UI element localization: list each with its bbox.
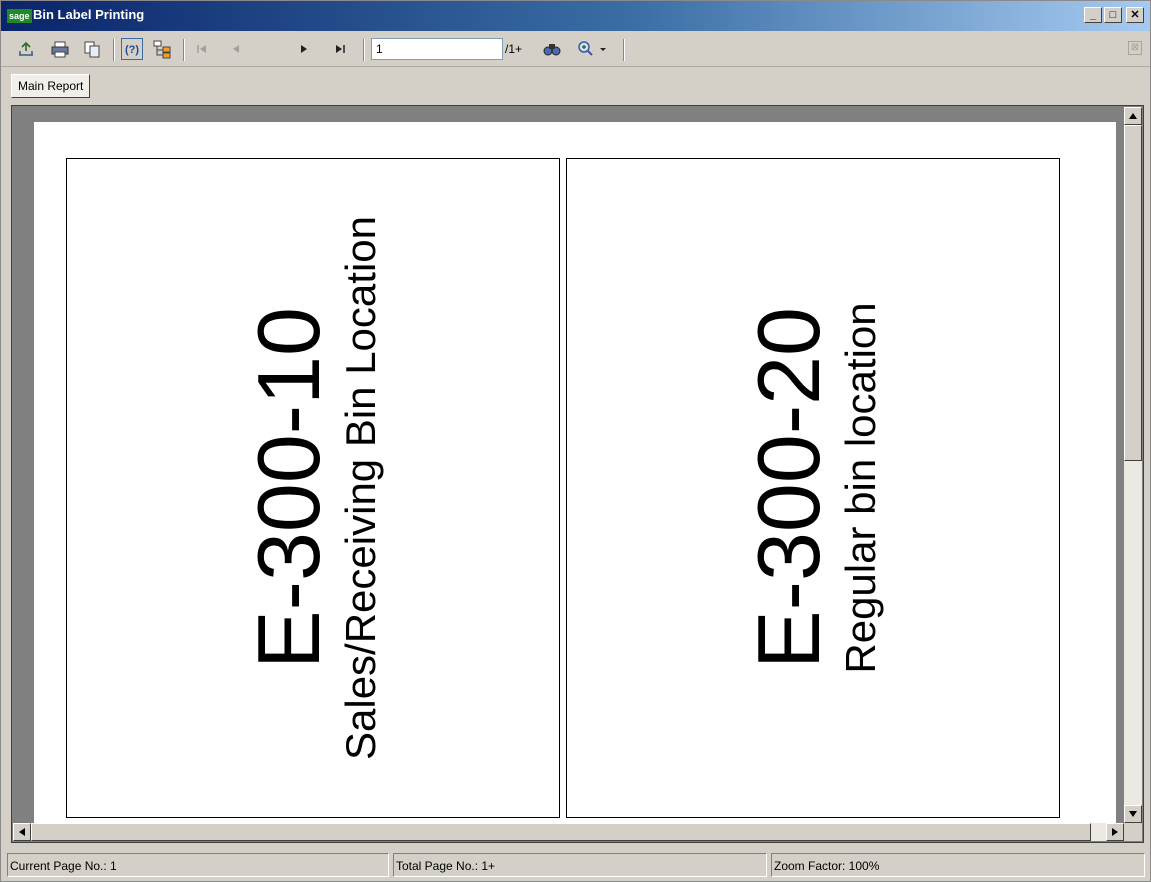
report-toolbar: (?) 1 /1+ ⊠ [1,31,1150,67]
status-bar: Current Page No.: 1 Total Page No.: 1+ Z… [1,853,1150,881]
status-current-page: Current Page No.: 1 [7,853,389,877]
print-icon [51,41,69,58]
first-page-button[interactable] [191,38,213,60]
vertical-scrollbar[interactable] [1124,107,1142,823]
window-title: Bin Label Printing [33,7,145,22]
search-text-button[interactable] [541,38,563,60]
previous-page-icon [233,45,239,53]
zoom-icon [578,41,606,56]
last-page-button[interactable] [329,38,351,60]
group-tree-icon [153,40,171,59]
tab-main-report[interactable]: Main Report [11,74,91,98]
bin-code: E-300-10 [239,307,338,670]
toolbar-separator [363,39,365,61]
scroll-left-button[interactable] [13,823,31,841]
arrow-left-icon [19,828,25,836]
report-window: sage Bin Label Printing _ □ ✕ (?) 1 /1+ … [0,0,1151,882]
arrow-down-icon [1129,811,1137,817]
scroll-right-button[interactable] [1106,823,1124,841]
bin-code: E-300-20 [739,306,838,670]
title-bar[interactable]: sage Bin Label Printing _ □ ✕ [1,1,1150,31]
search-text-icon [543,44,561,56]
copy-button[interactable] [81,38,103,60]
toolbar-separator [113,39,115,61]
toolbar-separator [183,39,185,61]
bin-label-content: E-300-20 Regular bin location [739,302,885,674]
bin-description: Sales/Receiving Bin Location [337,216,384,760]
copy-icon [84,41,100,58]
help-icon: (?) [125,44,139,56]
scroll-up-button[interactable] [1124,107,1142,125]
minimize-button[interactable]: _ [1084,7,1102,23]
print-button[interactable] [49,38,71,60]
vertical-scroll-thumb[interactable] [1124,125,1142,461]
maximize-button[interactable]: □ [1104,7,1122,23]
report-viewer[interactable]: E-300-10 Sales/Receiving Bin Location E-… [11,105,1144,843]
scroll-down-button[interactable] [1124,805,1142,823]
previous-page-button[interactable] [225,38,247,60]
toolbar-separator [623,39,625,61]
window-controls: _ □ ✕ [1082,7,1144,23]
status-zoom-factor: Zoom Factor: 100% [771,853,1145,877]
page-total-label: /1+ [505,42,523,56]
sage-logo-icon: sage [7,9,32,23]
arrow-right-icon [1112,828,1118,836]
export-icon [19,41,33,56]
status-total-pages: Total Page No.: 1+ [393,853,767,877]
close-button[interactable]: ✕ [1126,7,1144,23]
horizontal-scroll-thumb[interactable] [31,823,1091,841]
help-button[interactable]: (?) [121,38,143,60]
next-page-icon [301,45,307,53]
bin-label: E-300-20 Regular bin location [566,158,1060,818]
bin-label: E-300-10 Sales/Receiving Bin Location [66,158,560,818]
arrow-up-icon [1129,113,1137,119]
last-page-icon [336,45,345,53]
first-page-icon [197,45,206,53]
export-button[interactable] [15,38,37,60]
zoom-button[interactable] [573,38,613,60]
svg-text:(?): (?) [125,44,139,56]
group-tree-button[interactable] [151,38,173,60]
tab-strip: Main Report [1,68,1150,104]
bin-label-content: E-300-10 Sales/Receiving Bin Location [239,216,385,760]
next-page-button[interactable] [293,38,315,60]
close-report-button[interactable]: ⊠ [1128,41,1142,55]
scrollbar-corner [1124,823,1142,841]
page-number-input[interactable] [371,38,503,60]
bin-description: Regular bin location [837,302,884,674]
report-page: E-300-10 Sales/Receiving Bin Location E-… [34,122,1116,826]
horizontal-scrollbar[interactable] [13,823,1124,841]
